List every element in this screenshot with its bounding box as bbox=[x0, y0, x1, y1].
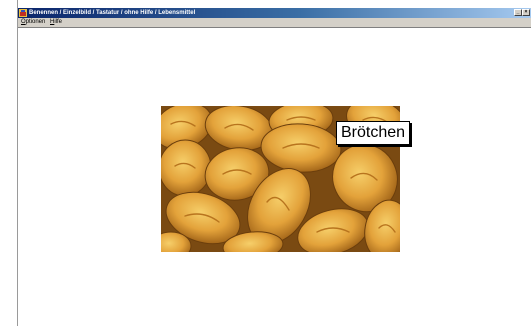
menu-optionen-label: ptionen bbox=[25, 19, 46, 25]
minimize-button[interactable]: _ bbox=[514, 9, 522, 16]
menu-bar: Optionen Hilfe bbox=[18, 18, 531, 28]
minimize-icon: _ bbox=[516, 9, 520, 15]
menu-optionen[interactable]: Optionen bbox=[20, 18, 46, 27]
close-icon: × bbox=[524, 9, 528, 15]
title-bar[interactable]: Benennen / Einzelbild / Tastatur / ohne … bbox=[18, 8, 531, 18]
window-title: Benennen / Einzelbild / Tastatur / ohne … bbox=[29, 10, 196, 16]
menu-hilfe[interactable]: Hilfe bbox=[49, 18, 63, 27]
close-button[interactable]: × bbox=[522, 9, 530, 16]
app-window: Benennen / Einzelbild / Tastatur / ohne … bbox=[17, 0, 531, 326]
menu-hilfe-label: ilfe bbox=[54, 19, 63, 25]
app-icon[interactable] bbox=[19, 9, 27, 17]
word-label: Brötchen bbox=[336, 121, 411, 145]
